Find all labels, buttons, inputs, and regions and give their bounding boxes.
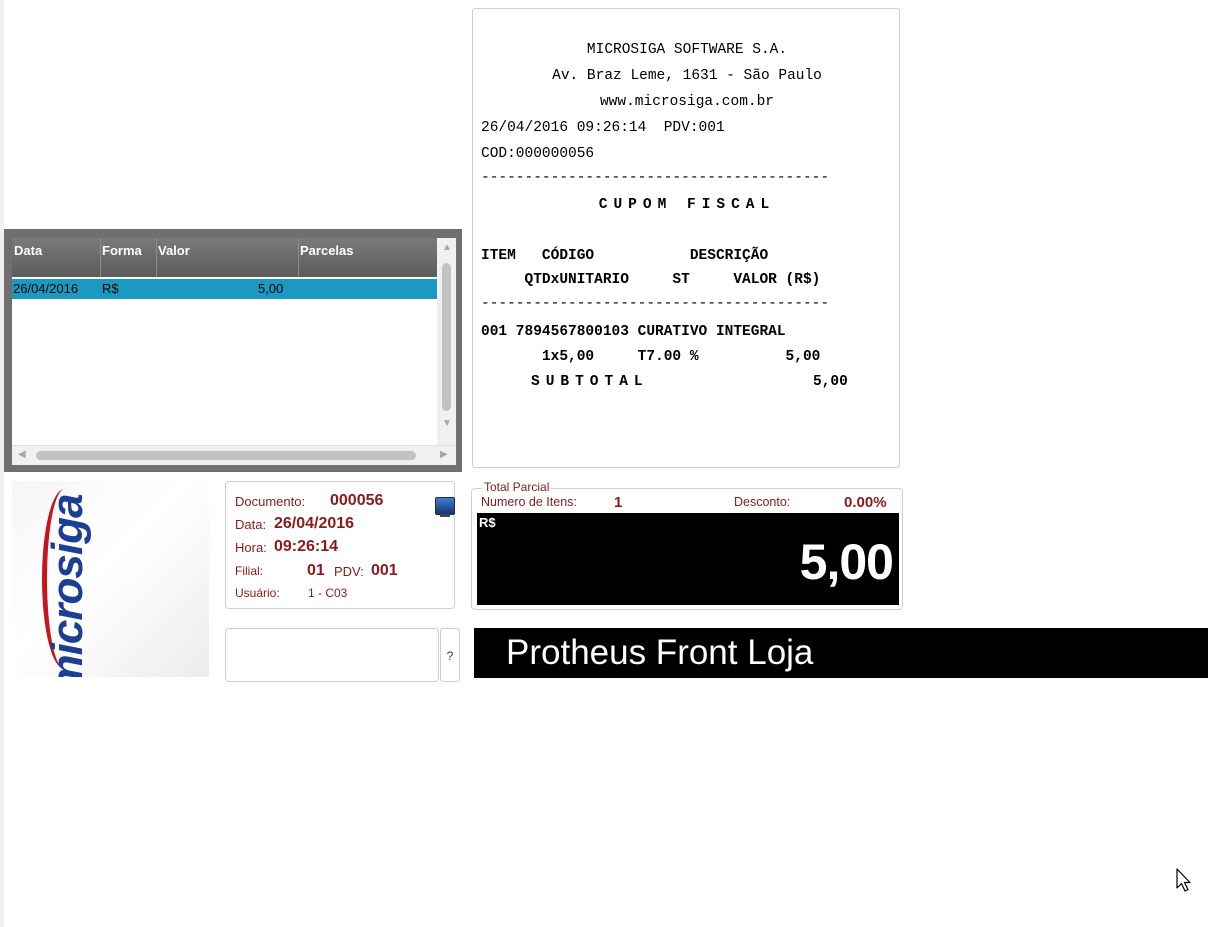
usuario-value: 1 - C03 (308, 586, 348, 600)
receipt-subtotal-label: SUBTOTAL (531, 374, 649, 390)
receipt-item-line2: 1x5,00 T7.00 % 5,00 (481, 349, 821, 365)
col-separator (100, 238, 101, 277)
col-separator (156, 238, 157, 277)
documento-label: Documento: (235, 494, 306, 509)
receipt-header-line1: ITEM CÓDIGO DESCRIÇÃO (481, 248, 769, 264)
app-title: Protheus Front Loja (506, 633, 814, 672)
receipt-separator: ---------------------------------------- (481, 170, 830, 186)
receipt-address: Av. Braz Leme, 1631 - São Paulo (552, 68, 822, 84)
col-valor[interactable]: Valor (158, 243, 190, 258)
receipt-website: www.microsiga.com.br (599, 94, 775, 110)
mouse-cursor-icon (1176, 868, 1191, 892)
data-label: Data: (235, 517, 267, 532)
vertical-scrollbar[interactable]: ▲ ▼ (437, 238, 456, 445)
total-parcial-panel: Total Parcial Numero de Itens: 1 Descont… (471, 480, 903, 610)
monitor-icon[interactable] (435, 497, 455, 517)
receipt-subtotal-value: 5,00 (813, 374, 848, 390)
num-itens-label: Numero de Itens: (481, 495, 577, 509)
receipt-company: MICROSIGA SOFTWARE S.A. (586, 42, 788, 58)
usuario-label: Usuário: (235, 586, 280, 600)
payments-grid: Data Forma Valor Parcelas 26/04/2016 R$ … (4, 229, 462, 472)
command-input[interactable] (225, 628, 439, 682)
document-info-panel: Documento: 000056 Data: 26/04/2016 Hora:… (225, 481, 455, 609)
horizontal-scrollbar[interactable]: ◀ ▶ (12, 445, 456, 465)
documento-value: 000056 (330, 492, 384, 509)
currency-label: R$ (479, 515, 496, 530)
hora-value: 09:26:14 (274, 538, 339, 555)
desconto-value: 0.00% (844, 494, 887, 511)
receipt-separator2: ---------------------------------------- (481, 296, 830, 312)
pdv-label: PDV: (334, 564, 364, 579)
filial-label: Filial: (235, 564, 264, 578)
vertical-scroll-thumb[interactable] (442, 263, 451, 411)
receipt-title: CUPOM FISCAL (598, 197, 776, 213)
col-parcelas[interactable]: Parcelas (300, 243, 354, 258)
help-button[interactable]: ? (440, 628, 460, 682)
scroll-left-icon[interactable]: ◀ (18, 449, 26, 460)
desconto-label: Desconto: (734, 495, 791, 509)
filial-value: 01 (307, 562, 325, 579)
data-value: 26/04/2016 (274, 515, 355, 532)
receipt-cod: COD:000000056 (481, 146, 595, 162)
table-row[interactable]: 26/04/2016 R$ 5,00 (12, 279, 437, 299)
receipt-item-line1: 001 7894567800103 CURATIVO INTEGRAL (481, 324, 786, 340)
cell-forma: R$ (102, 281, 119, 296)
receipt-header-line2: QTDxUNITARIO ST VALOR (R$) (481, 272, 821, 288)
col-separator (298, 238, 299, 277)
scroll-down-icon[interactable]: ▼ (442, 418, 452, 429)
microsiga-logo: microsiga (12, 481, 209, 677)
num-itens-value: 1 (614, 494, 623, 511)
total-parcial-title: Total Parcial (482, 480, 552, 494)
col-data[interactable]: Data (14, 243, 42, 258)
pdv-value: 001 (371, 562, 398, 579)
total-amount: 5,00 (799, 534, 894, 590)
scroll-up-icon[interactable]: ▲ (442, 242, 452, 253)
cell-data: 26/04/2016 (13, 281, 79, 296)
fiscal-receipt: MICROSIGA SOFTWARE S.A. Av. Braz Leme, 1… (472, 8, 900, 468)
grid-header: Data Forma Valor Parcelas (12, 238, 437, 277)
hora-label: Hora: (235, 540, 267, 555)
payments-grid-body: Data Forma Valor Parcelas 26/04/2016 R$ … (12, 238, 456, 465)
app-banner: Protheus Front Loja (474, 628, 1208, 678)
receipt-datetime: 26/04/2016 09:26:14 PDV:001 (481, 120, 725, 136)
scroll-right-icon[interactable]: ▶ (440, 449, 448, 460)
total-display: R$ 5,00 (477, 513, 899, 605)
logo-text: microsiga (43, 494, 92, 677)
horizontal-scroll-thumb[interactable] (36, 451, 416, 460)
col-forma[interactable]: Forma (102, 243, 142, 258)
cell-valor: 5,00 (258, 281, 284, 296)
